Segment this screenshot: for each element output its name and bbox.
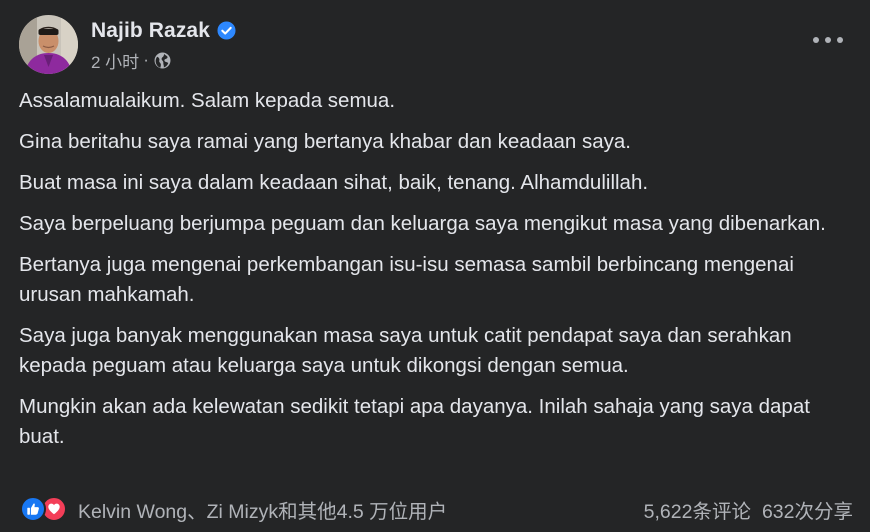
post-paragraph: Assalamualaikum. Salam kepada semua. [19, 89, 396, 112]
post-footer: Kelvin Wong、Zi Mizyk和其他4.5 万位用户 5,622条评论… [20, 494, 853, 524]
post-meta: 2 小时 · [91, 48, 236, 73]
reactions-count-text: Kelvin Wong、Zi Mizyk和其他4.5 万位用户 [78, 500, 448, 523]
author-name[interactable]: Najib Razak [91, 19, 210, 43]
more-dot [837, 37, 843, 43]
post-body: Assalamualaikum. Salam kepada semua. Gin… [19, 86, 849, 463]
post-header: Najib Razak 2 小时 · [19, 14, 236, 74]
post-timestamp[interactable]: 2 小时 [91, 48, 139, 73]
reactions-summary[interactable]: Kelvin Wong、Zi Mizyk和其他4.5 万位用户 [20, 495, 447, 524]
post-paragraph: Saya berpeluang berjumpa peguam dan kelu… [19, 212, 826, 235]
meta-separator: · [143, 50, 149, 69]
like-icon [20, 496, 46, 522]
reaction-icons [20, 496, 67, 522]
author-info: Najib Razak 2 小时 · [91, 16, 236, 73]
post-paragraph: Mungkin akan ada kelewatan sedikit tetap… [19, 395, 810, 448]
post-paragraph: Bertanya juga mengenai perkembangan isu-… [19, 253, 794, 306]
verified-badge-icon [217, 21, 236, 40]
shares-count-link[interactable]: 632次分享 [762, 495, 853, 524]
more-dot [825, 37, 831, 43]
author-row: Najib Razak [91, 16, 236, 46]
more-options-icon[interactable] [813, 28, 843, 52]
engagement-stats: 5,622条评论 632次分享 [644, 495, 853, 524]
post-paragraph: Buat masa ini saya dalam keadaan sihat, … [19, 171, 649, 194]
author-avatar[interactable] [19, 14, 78, 74]
comments-count-link[interactable]: 5,622条评论 [644, 495, 751, 524]
globe-icon[interactable] [154, 52, 171, 69]
post-paragraph: Gina beritahu saya ramai yang bertanya k… [19, 130, 631, 153]
more-dot [813, 37, 819, 43]
post-paragraph: Saya juga banyak menggunakan masa saya u… [19, 324, 792, 377]
facebook-post: Najib Razak 2 小时 · Assalamualaikum. Sala… [0, 0, 870, 532]
